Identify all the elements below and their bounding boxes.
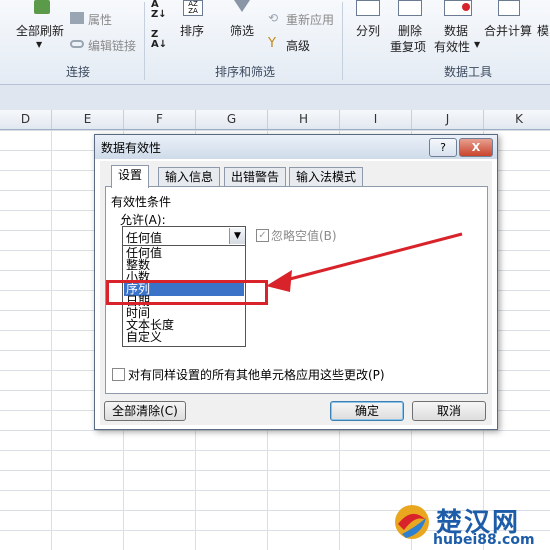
annotation-arrow-icon [266,232,463,292]
